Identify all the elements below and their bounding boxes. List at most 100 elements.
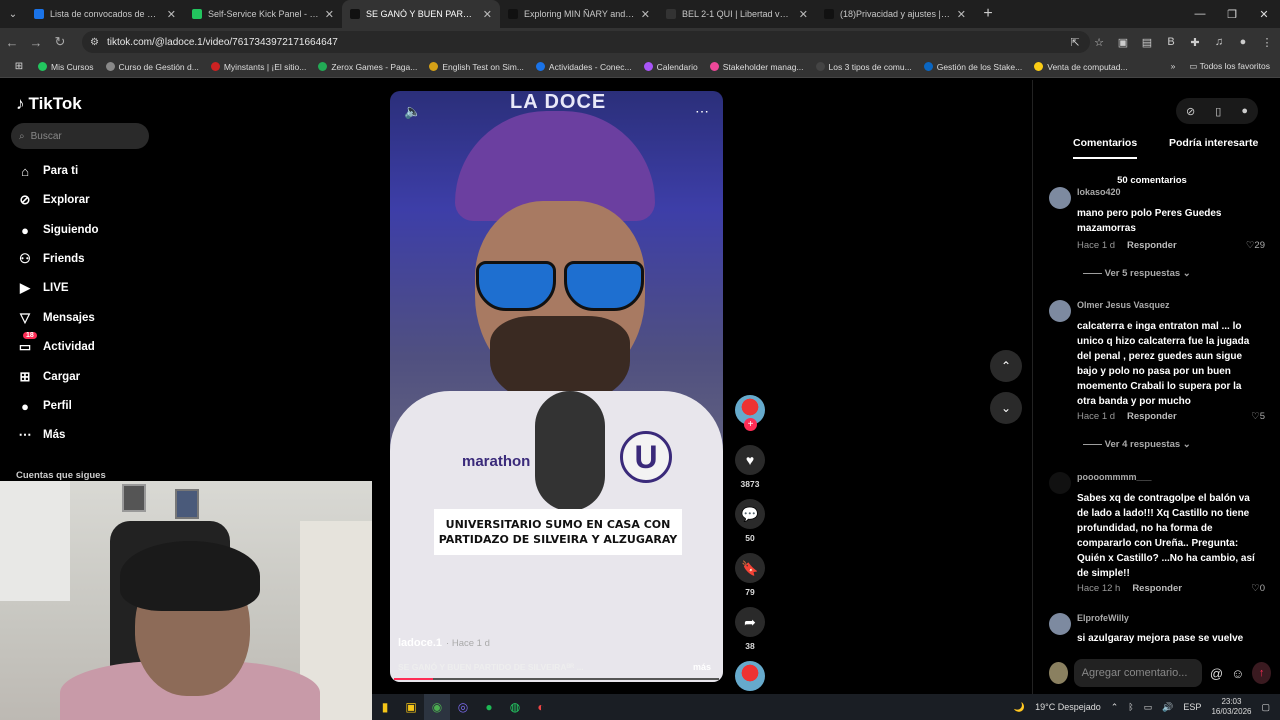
install-app-icon[interactable]: ⇱ xyxy=(1066,32,1084,52)
extension-icon[interactable]: B xyxy=(1162,32,1180,52)
browser-tab[interactable]: Exploring MIN ÑARY and Its Cu ✕ xyxy=(500,0,658,28)
bookmark-item[interactable]: Venta de computad... xyxy=(1034,62,1128,72)
video-more-options-icon[interactable]: ⋯ xyxy=(695,103,709,120)
sidebar-item-cargar[interactable]: ⊞ Cargar xyxy=(16,368,81,386)
browser-tab[interactable]: SE GANÓ Y BUEN PARTIDO DE ✕ xyxy=(342,0,500,28)
description-more-link[interactable]: más xyxy=(693,662,711,672)
tiktok-logo[interactable]: ♪ TikTok xyxy=(16,94,82,114)
comment-username[interactable]: ElprofeWilly xyxy=(1077,613,1129,623)
bookmark-item[interactable]: Los 3 tipos de comu... xyxy=(815,62,912,72)
close-window-button[interactable]: ✕ xyxy=(1248,0,1280,28)
system-clock[interactable]: 23:03 16/03/2026 xyxy=(1211,697,1251,717)
share-button[interactable]: ➦ xyxy=(735,607,765,637)
comment-username[interactable]: lokaso420 xyxy=(1077,187,1121,197)
author-name[interactable]: ladoce.1 xyxy=(398,637,442,649)
sound-avatar[interactable] xyxy=(735,661,765,691)
comment-username[interactable]: Olmer Jesus Vasquez xyxy=(1077,300,1170,310)
bookmark-item[interactable]: Calendario xyxy=(643,62,698,72)
sidebar-item-perfil[interactable]: ● Perfil xyxy=(16,397,72,415)
reply-link[interactable]: Responder xyxy=(1127,411,1177,422)
sidebar-item-explorar[interactable]: ⊘ Explorar xyxy=(16,191,90,209)
volume-icon[interactable]: 🔈 xyxy=(404,103,421,120)
profile-avatar[interactable]: ● xyxy=(1234,32,1252,52)
minimize-button[interactable]: — xyxy=(1184,0,1216,28)
user-avatar[interactable]: ● xyxy=(1241,105,1248,117)
comment-button[interactable]: 💬 xyxy=(735,499,765,529)
video-author[interactable]: ladoce.1 · Hace 1 d xyxy=(398,637,490,649)
browser-tab[interactable]: (18)Privacidad y ajustes | TikTok ✕ xyxy=(816,0,974,28)
sidebar-item-siguiendo[interactable]: ● Siguiendo xyxy=(16,221,99,239)
language-indicator[interactable]: ESP xyxy=(1183,702,1201,712)
all-favorites-folder[interactable]: ▭ Todos los favoritos xyxy=(1189,61,1270,72)
bookmark-item[interactable]: Mis Cursos xyxy=(38,62,94,72)
bluetooth-icon[interactable]: ᛒ xyxy=(1128,702,1133,712)
tab-search-dropdown[interactable]: ⌄ xyxy=(0,0,26,28)
new-tab-button[interactable]: + xyxy=(974,5,1002,23)
extension-icon[interactable]: ▤ xyxy=(1138,32,1156,52)
post-comment-button[interactable]: ↑ xyxy=(1252,662,1271,684)
search-input[interactable]: ⌕ Buscar xyxy=(11,123,149,149)
spotify-icon[interactable]: ● xyxy=(476,694,502,720)
sidebar-item-m-s[interactable]: ⋯ Más xyxy=(16,426,66,444)
reply-link[interactable]: Responder xyxy=(1127,240,1177,251)
bookmark-item[interactable]: Stakeholder manag... xyxy=(709,62,804,72)
bookmark-item[interactable]: Curso de Gestión d... xyxy=(105,62,199,72)
site-info-icon[interactable]: ⚙ xyxy=(90,37,99,48)
extensions-puzzle-icon[interactable]: ✚ xyxy=(1186,32,1204,52)
comment-like[interactable]: ♡5 xyxy=(1251,411,1265,422)
browser-tab[interactable]: Self-Service Kick Panel - OwnK ✕ xyxy=(184,0,342,28)
close-tab-icon[interactable]: ✕ xyxy=(641,8,650,21)
bookmark-item[interactable]: English Test on Sim... xyxy=(429,62,524,72)
more-bookmarks-icon[interactable]: » xyxy=(1171,61,1176,72)
tab-related[interactable]: Podría interesarte xyxy=(1169,137,1258,149)
comment-username[interactable]: poooommmm___ xyxy=(1077,472,1152,482)
folder-icon[interactable]: ▣ xyxy=(398,694,424,720)
notifications-icon[interactable]: ▢ xyxy=(1261,702,1270,713)
comment-input[interactable]: Agregar comentario... xyxy=(1073,659,1202,687)
browser-tab[interactable]: Lista de convocados de Perú pa ✕ xyxy=(26,0,184,28)
sidebar-item-friends[interactable]: ⚇ Friends xyxy=(16,250,84,268)
commenter-avatar[interactable] xyxy=(1049,472,1071,494)
discord-icon[interactable]: ◎ xyxy=(450,694,476,720)
sidebar-item-mensajes[interactable]: ▽ Mensajes xyxy=(16,309,95,327)
bookmark-star-icon[interactable]: ☆ xyxy=(1090,32,1108,52)
network-icon[interactable]: ▭ xyxy=(1144,702,1153,713)
apps-grid-icon[interactable]: ⊞ xyxy=(0,61,38,72)
close-tab-icon[interactable]: ✕ xyxy=(325,8,334,21)
forward-button[interactable]: → xyxy=(24,35,48,50)
file-explorer-icon[interactable]: ▮ xyxy=(372,694,398,720)
close-tab-icon[interactable]: ✕ xyxy=(799,8,808,21)
commenter-avatar[interactable] xyxy=(1049,187,1071,209)
sidebar-item-para-ti[interactable]: ⌂ Para ti xyxy=(16,162,78,180)
tray-overflow-icon[interactable]: ⌃ xyxy=(1111,702,1119,713)
comment-like[interactable]: ♡29 xyxy=(1246,240,1265,251)
chrome-icon[interactable]: ◉ xyxy=(424,694,450,720)
phone-icon[interactable]: ▯ xyxy=(1215,105,1221,118)
creator-avatar[interactable]: + xyxy=(735,395,765,431)
restore-button[interactable]: ❐ xyxy=(1216,0,1248,28)
video-player[interactable]: LA DOCE marathon U 🔈 ⋯ UNIVERSITARIO SUM… xyxy=(390,91,723,682)
emoji-icon[interactable]: ☺ xyxy=(1231,666,1244,681)
mention-icon[interactable]: @ xyxy=(1210,666,1223,681)
commenter-avatar[interactable] xyxy=(1049,613,1071,635)
browser-menu-icon[interactable]: ⋮ xyxy=(1258,32,1276,52)
browser-tab[interactable]: BEL 2-1 QUI | Libertad vs LDU C ✕ xyxy=(658,0,816,28)
follow-plus-icon[interactable]: + xyxy=(744,418,757,431)
video-progress-bar[interactable] xyxy=(394,678,719,680)
close-tab-icon[interactable]: ✕ xyxy=(483,8,492,21)
like-button[interactable]: ♥ xyxy=(735,445,765,475)
save-button[interactable]: 🔖 xyxy=(735,553,765,583)
sidebar-item-actividad[interactable]: ▭ 18 Actividad xyxy=(16,332,95,356)
close-tab-icon[interactable]: ✕ xyxy=(167,8,176,21)
bookmark-item[interactable]: Myinstants | ¡El sitio... xyxy=(210,62,306,72)
bookmark-item[interactable]: Zerox Games - Paga... xyxy=(318,62,417,72)
comment-like[interactable]: ♡0 xyxy=(1251,583,1265,594)
next-video-button[interactable]: ⌄ xyxy=(990,392,1022,424)
extension-icon[interactable]: ▣ xyxy=(1114,32,1132,52)
previous-video-button[interactable]: ⌃ xyxy=(990,350,1022,382)
weather-text[interactable]: 19°C Despejado xyxy=(1035,702,1101,712)
url-bar[interactable]: ⚙ tiktok.com/@ladoce.1/video/76173439721… xyxy=(82,31,1090,53)
tab-comments[interactable]: Comentarios xyxy=(1073,137,1138,159)
view-replies-button[interactable]: —— Ver 5 respuestas ⌄ xyxy=(1083,268,1191,279)
whatsapp-icon[interactable]: ◍ xyxy=(502,694,528,720)
